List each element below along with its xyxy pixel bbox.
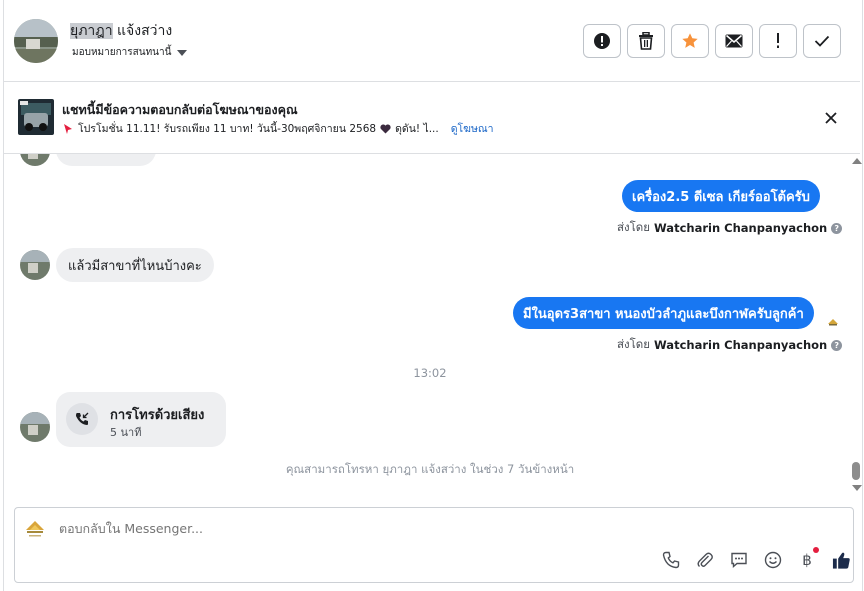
contact-avatar-small <box>20 154 50 166</box>
message-timestamp: 13:02 <box>413 366 447 380</box>
like-button[interactable] <box>831 550 851 570</box>
composer-tools: ฿ <box>661 547 851 570</box>
incoming-call-icon <box>66 403 98 435</box>
ad-thumbnail[interactable] <box>18 99 54 135</box>
mark-done-button[interactable] <box>803 24 841 58</box>
voice-call-card[interactable]: การโทรด้วยเสียง 5 นาที <box>56 392 226 447</box>
pin-icon <box>64 123 72 134</box>
attach-button[interactable] <box>695 550 715 570</box>
message-thread[interactable]: เครื่อง2.5 ดีเซล เกียร์ออโต้ครับ ส่งโดย … <box>4 154 849 499</box>
contact-avatar[interactable] <box>14 19 58 63</box>
star-button[interactable] <box>671 24 709 58</box>
thumbs-up-icon <box>832 552 850 569</box>
contact-avatar-small <box>20 250 50 280</box>
reply-input[interactable] <box>59 521 659 536</box>
help-icon[interactable]: ? <box>831 339 843 351</box>
star-icon <box>682 33 698 48</box>
chat-bubble-icon <box>731 552 747 569</box>
caret-down-icon <box>177 49 188 56</box>
scroll-up-arrow[interactable] <box>852 158 862 164</box>
report-icon <box>594 33 610 49</box>
message-bubble-incoming[interactable]: แล้วมีสาขาที่ไหนบ้างคะ <box>56 248 214 282</box>
contact-avatar-small <box>20 412 50 442</box>
ad-banner-title: แชทนี้มีข้อความตอบกลับต่อโฆษณาของคุณ <box>62 102 298 117</box>
help-icon[interactable]: ? <box>831 222 843 234</box>
paperclip-icon <box>697 552 713 567</box>
assign-conversation-dropdown[interactable]: มอบหมายการสนทนานี้ <box>72 45 188 60</box>
envelope-icon <box>725 34 743 48</box>
sender-name: Watcharin Chanpanyachon <box>654 338 828 352</box>
close-banner-button[interactable] <box>822 109 840 127</box>
assign-label: มอบหมายการสนทนานี้ <box>72 47 172 58</box>
page-logo <box>23 516 47 540</box>
report-button[interactable] <box>583 24 621 58</box>
payment-button[interactable]: ฿ <box>797 547 819 570</box>
check-icon <box>814 35 830 47</box>
scroll-down-arrow[interactable] <box>852 485 862 491</box>
phone-icon <box>662 551 680 569</box>
saved-replies-button[interactable] <box>729 550 749 570</box>
exclamation-icon <box>777 33 779 48</box>
thread-scrollbar[interactable] <box>850 156 862 494</box>
message-bubble-outgoing[interactable]: เครื่อง2.5 ดีเซล เกียร์ออโต้ครับ <box>622 180 820 212</box>
ad-banner-detail: โปรโมชั่น 11.11! รับรถเพียง 11 บาท! วันน… <box>62 120 494 137</box>
call-availability-notice: คุณสามารถโทรหา ยุภาฎา แจ้งสว่าง ในช่วง 7… <box>285 462 575 476</box>
message-bubble-outgoing[interactable]: มีในอุดร3สาขา หนองบัวลำภูและบึงกาฬครับลู… <box>513 297 814 329</box>
trash-icon <box>639 32 653 50</box>
contact-name[interactable]: ยุภาฎา แจ้งสว่าง <box>70 20 172 42</box>
mark-unread-button[interactable] <box>715 24 753 58</box>
reply-composer: ฿ <box>14 507 854 583</box>
ad-reply-banner: แชทนี้มีข้อความตอบกลับต่อโฆษณาของคุณ โปร… <box>4 82 860 154</box>
close-icon <box>825 112 837 124</box>
delete-button[interactable] <box>627 24 665 58</box>
spam-button[interactable] <box>759 24 797 58</box>
call-duration: 5 นาที <box>110 426 142 439</box>
view-ad-link[interactable]: ดูโฆษณา <box>451 120 494 137</box>
sent-by-label: ส่งโดย Watcharin Chanpanyachon ? <box>617 336 843 354</box>
heart-icon <box>380 123 391 134</box>
sent-by-label: ส่งโดย Watcharin Chanpanyachon ? <box>617 219 843 237</box>
notification-dot <box>813 547 819 553</box>
ad-detail-text: โปรโมชั่น 11.11! รับรถเพียง 11 บาท! วันน… <box>78 123 377 135</box>
conversation-header: ยุภาฎา แจ้งสว่าง มอบหมายการสนทนานี้ <box>4 0 860 82</box>
page-avatar-small <box>826 314 840 329</box>
ad-detail-tail: ดุดัน! ไ... <box>395 123 439 135</box>
call-button[interactable] <box>661 550 681 570</box>
emoji-button[interactable] <box>763 550 783 570</box>
header-actions <box>583 24 841 58</box>
smiley-icon <box>764 551 782 569</box>
call-title: การโทรด้วยเสียง <box>110 408 205 423</box>
sender-name: Watcharin Chanpanyachon <box>654 221 828 235</box>
baht-icon: ฿ <box>802 551 812 569</box>
scroll-thumb[interactable] <box>852 462 860 480</box>
message-bubble-partial <box>56 154 156 166</box>
